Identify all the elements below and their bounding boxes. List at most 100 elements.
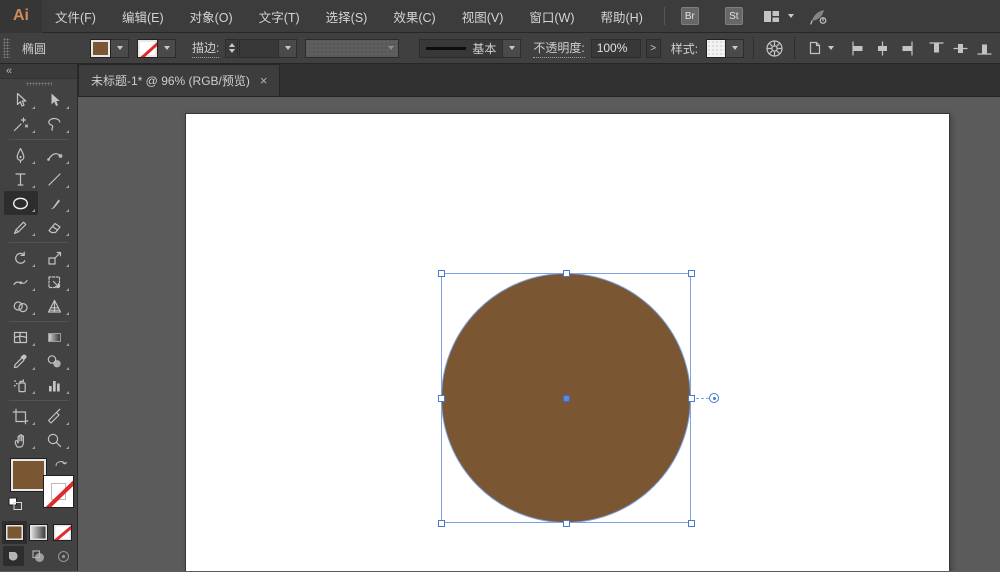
stroke-panel-link[interactable]: 描边: [192, 39, 220, 58]
stepper-down-icon[interactable] [228, 49, 235, 53]
width-profile-dropdown[interactable] [305, 38, 400, 58]
menu-select[interactable]: 选择(S) [313, 0, 381, 33]
align-v-center-icon[interactable] [950, 37, 971, 59]
type-tool[interactable] [4, 167, 38, 191]
artboard-tool[interactable] [4, 404, 38, 428]
opacity-panel-link[interactable]: 不透明度: [533, 39, 585, 58]
menu-view[interactable]: 视图(V) [449, 0, 517, 33]
symbol-sprayer-tool[interactable] [4, 373, 38, 397]
stock-button[interactable]: St [724, 7, 743, 25]
draw-normal-button[interactable] [3, 546, 24, 566]
workspace-switcher-icon[interactable] [763, 9, 780, 24]
stroke-none-swatch[interactable] [137, 38, 159, 58]
handle-middle-left[interactable] [438, 395, 445, 402]
stroke-swatch-none[interactable] [43, 475, 74, 508]
none-button[interactable] [53, 523, 72, 541]
pencil-tool[interactable] [4, 215, 38, 239]
bridge-button[interactable]: Br [680, 7, 699, 25]
document-setup-chevron-icon[interactable] [828, 46, 835, 50]
stroke-weight-field[interactable] [239, 38, 280, 58]
handle-middle-right[interactable] [688, 395, 695, 402]
free-transform-tool[interactable] [38, 270, 72, 294]
handle-bottom-left[interactable] [438, 520, 445, 527]
swap-fill-stroke-icon[interactable] [53, 456, 71, 472]
canvas-pasteboard[interactable] [78, 97, 1000, 571]
stroke-weight-stepper[interactable] [225, 38, 239, 58]
color-button[interactable] [2, 520, 27, 544]
ellipse-tool[interactable] [3, 191, 38, 215]
brush-definition-field[interactable]: 基本 [419, 38, 504, 58]
handle-bottom-center[interactable] [563, 520, 570, 527]
menu-window[interactable]: 窗口(W) [516, 0, 587, 33]
line-segment-tool[interactable] [38, 167, 72, 191]
menu-type[interactable]: 文字(T) [246, 0, 313, 33]
align-bottom-icon[interactable] [974, 37, 995, 59]
menu-object[interactable]: 对象(O) [177, 0, 246, 33]
hand-tool[interactable] [4, 428, 38, 452]
handle-top-center[interactable] [563, 270, 570, 277]
direct-selection-tool[interactable] [38, 88, 72, 112]
align-top-icon[interactable] [926, 37, 947, 59]
handle-top-right[interactable] [688, 270, 695, 277]
stroke-color-chevron[interactable] [158, 38, 177, 58]
slice-tool[interactable] [38, 404, 72, 428]
menu-file[interactable]: 文件(F) [42, 0, 109, 33]
column-graph-tool[interactable] [38, 373, 72, 397]
workspace-chevron-icon[interactable] [787, 14, 794, 18]
document-setup-icon[interactable] [804, 37, 826, 59]
brush-definition-chevron[interactable] [503, 38, 522, 58]
pie-angle-widget[interactable] [709, 393, 719, 403]
stroke-weight-chevron[interactable] [279, 38, 298, 58]
toolbar-collapse-button[interactable]: « [0, 64, 77, 79]
perspective-grid-tool[interactable] [38, 294, 72, 318]
handle-bottom-right[interactable] [688, 520, 695, 527]
tab-close-icon[interactable]: × [260, 74, 268, 87]
menu-effect[interactable]: 效果(C) [380, 0, 448, 33]
paintbrush-tool[interactable] [38, 191, 72, 215]
document-tab[interactable]: 未标题-1* @ 96% (RGB/预览) × [78, 64, 281, 96]
draw-behind-button[interactable] [28, 546, 49, 566]
stepper-up-icon[interactable] [228, 43, 235, 47]
selection-tool-icon [16, 92, 27, 107]
align-left-icon[interactable] [848, 37, 869, 59]
zoom-tool[interactable] [38, 428, 72, 452]
align-h-center-icon[interactable] [872, 37, 893, 59]
lasso-tool[interactable] [38, 112, 72, 136]
curvature-tool[interactable] [38, 143, 72, 167]
pen-tool[interactable] [4, 143, 38, 167]
width-tool[interactable] [4, 270, 38, 294]
fill-stroke-controls [0, 456, 77, 520]
tools-grid [3, 88, 74, 452]
controlbar-grip[interactable] [3, 38, 10, 58]
magic-wand-tool[interactable] [4, 112, 38, 136]
handle-top-left[interactable] [438, 270, 445, 277]
default-fill-stroke-icon[interactable] [8, 497, 24, 512]
style-chevron[interactable] [726, 38, 745, 58]
opacity-input[interactable] [590, 38, 641, 58]
menu-help[interactable]: 帮助(H) [588, 0, 656, 33]
gradient-tool[interactable] [38, 325, 72, 349]
menu-edit[interactable]: 编辑(E) [109, 0, 177, 33]
selection-tool[interactable] [4, 88, 38, 112]
eyedropper-tool[interactable] [4, 349, 38, 373]
fill-color-chevron[interactable] [111, 38, 130, 58]
fill-swatch[interactable] [10, 458, 47, 492]
hand-tool-icon [14, 433, 24, 448]
mesh-tool[interactable] [4, 325, 38, 349]
toolbar-grip[interactable] [0, 79, 77, 88]
eraser-tool[interactable] [38, 215, 72, 239]
shape-center-point[interactable] [563, 395, 570, 402]
opacity-more-button[interactable]: > [645, 38, 661, 58]
recolor-artwork-icon[interactable] [763, 37, 785, 59]
draw-inside-button[interactable] [53, 546, 74, 566]
rotate-tool[interactable] [4, 246, 38, 270]
scale-tool[interactable] [38, 246, 72, 270]
gradient-button[interactable] [29, 523, 48, 541]
blend-tool[interactable] [38, 349, 72, 373]
slice-tool-icon [47, 408, 61, 424]
fill-color-swatch[interactable] [90, 38, 112, 58]
shape-builder-tool[interactable] [4, 294, 38, 318]
style-swatch[interactable] [706, 38, 727, 58]
rocket-icon[interactable] [810, 8, 828, 25]
align-right-icon[interactable] [896, 37, 917, 59]
